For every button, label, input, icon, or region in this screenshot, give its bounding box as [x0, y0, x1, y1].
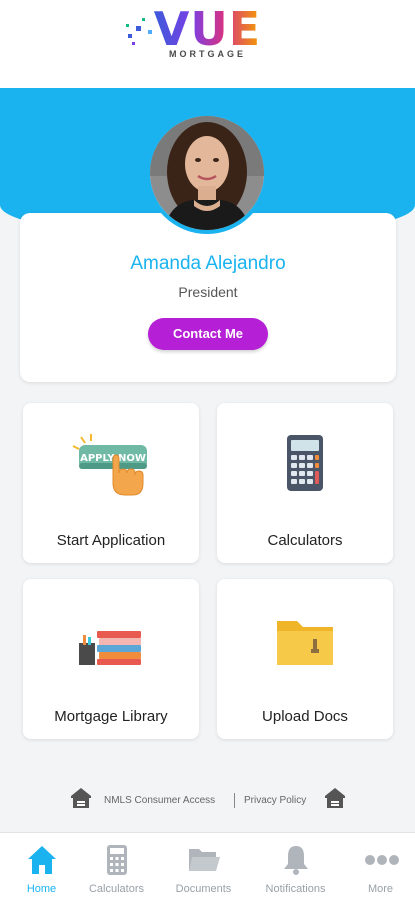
tile-mortgage-library[interactable]: Mortgage Library — [23, 579, 199, 739]
footer-divider — [234, 793, 235, 808]
nmls-consumer-access-link[interactable]: NMLS Consumer Access — [104, 795, 215, 806]
bell-icon — [284, 846, 308, 875]
tile-calculators[interactable]: Calculators — [217, 403, 393, 563]
nav-more[interactable]: More — [339, 833, 415, 900]
apply-now-icon: APPLY NOW — [72, 434, 147, 496]
tile-label: Mortgage Library — [54, 708, 168, 725]
tile-label: Upload Docs — [262, 708, 348, 725]
equal-housing-icon — [71, 788, 91, 808]
profile-title: President — [178, 284, 238, 300]
avatar — [146, 112, 268, 234]
footer-links: NMLS Consumer Access Privacy Policy — [0, 785, 415, 815]
contact-me-button[interactable]: Contact Me — [148, 318, 268, 350]
calculator-icon — [287, 435, 323, 491]
folder-icon — [277, 621, 333, 665]
nav-label: Home — [26, 883, 57, 895]
tile-label: Start Application — [56, 532, 166, 549]
nav-home[interactable]: Home — [0, 833, 83, 900]
nav-documents[interactable]: Documents — [162, 833, 245, 900]
tile-label: Calculators — [267, 532, 343, 549]
folder-icon — [189, 849, 220, 871]
nav-label: Documents — [175, 883, 232, 895]
books-icon — [79, 631, 141, 665]
privacy-policy-link[interactable]: Privacy Policy — [244, 795, 306, 806]
logo-sparkle-icon — [126, 18, 152, 45]
nav-label: More — [367, 883, 394, 895]
avatar-portrait — [150, 116, 264, 230]
tile-upload-docs[interactable]: Upload Docs — [217, 579, 393, 739]
nav-notifications[interactable]: Notifications — [254, 833, 337, 900]
home-icon — [28, 846, 56, 874]
nav-label: Notifications — [265, 883, 326, 895]
nav-calculators[interactable]: Calculators — [75, 833, 158, 900]
tile-start-application[interactable]: APPLY NOW Start Application — [23, 403, 199, 563]
equal-housing-icon — [325, 788, 345, 808]
bottom-nav: Home Calculators Documents Notifications — [0, 832, 415, 900]
logo-word: VUE — [153, 2, 262, 56]
profile-name: Amanda Alejandro — [130, 253, 286, 274]
nav-label: Calculators — [88, 883, 145, 895]
calculator-icon — [107, 845, 127, 875]
logo-subtitle: MORTGAGE — [169, 49, 246, 59]
more-icon — [365, 855, 399, 865]
